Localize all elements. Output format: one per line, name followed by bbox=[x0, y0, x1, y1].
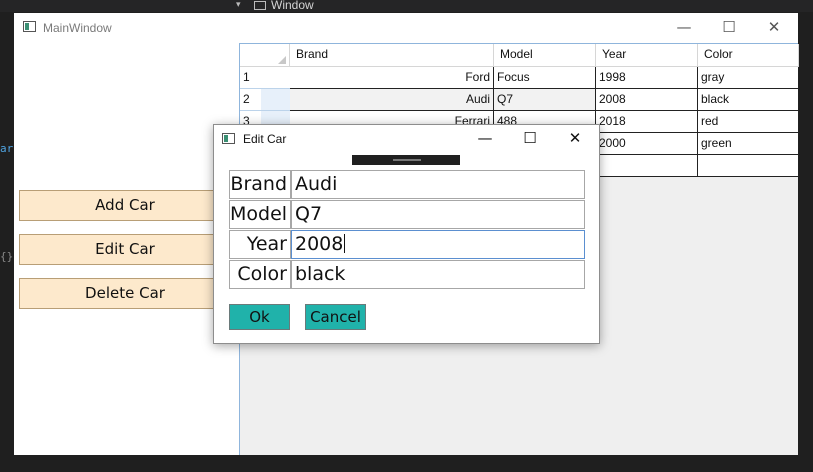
app-icon bbox=[222, 133, 235, 144]
color-label: Color bbox=[229, 260, 291, 289]
window-title: MainWindow bbox=[43, 21, 112, 35]
dialog-titlebar[interactable]: Edit Car — ☐ ✕ bbox=[214, 125, 599, 153]
cell-model[interactable]: Focus bbox=[494, 67, 596, 89]
edit-car-dialog: Edit Car — ☐ ✕ Brand Audi Model Q7 Year … bbox=[213, 124, 600, 344]
maximize-button[interactable]: ☐ bbox=[711, 13, 747, 43]
year-label: Year bbox=[229, 230, 291, 259]
cell-color[interactable]: black bbox=[698, 89, 799, 111]
cell-model[interactable]: Q7 bbox=[494, 89, 596, 111]
minimize-button[interactable]: — bbox=[666, 13, 702, 43]
ide-code-fragment: {} bbox=[0, 250, 14, 263]
column-header-model[interactable]: Model bbox=[494, 44, 596, 67]
cell-year[interactable]: 2000 bbox=[596, 133, 698, 155]
minimize-button[interactable]: — bbox=[467, 124, 503, 154]
ide-code-fragment: ar bbox=[0, 142, 14, 155]
dialog-title: Edit Car bbox=[243, 132, 287, 146]
close-button[interactable]: ✕ bbox=[756, 13, 792, 43]
model-field[interactable]: Q7 bbox=[291, 200, 585, 229]
add-car-button[interactable]: Add Car bbox=[19, 190, 231, 221]
brand-field[interactable]: Audi bbox=[291, 170, 585, 199]
ide-window-label[interactable]: Window bbox=[271, 0, 314, 12]
column-header-year[interactable]: Year bbox=[596, 44, 698, 67]
brand-label: Brand bbox=[229, 170, 291, 199]
column-header-brand[interactable]: Brand bbox=[290, 44, 494, 67]
year-value: 2008 bbox=[295, 233, 344, 255]
select-all-icon bbox=[278, 56, 286, 64]
edit-car-button[interactable]: Edit Car bbox=[19, 234, 231, 265]
grip-icon bbox=[393, 159, 421, 161]
column-header-color[interactable]: Color bbox=[698, 44, 799, 67]
cell-color[interactable]: red bbox=[698, 111, 799, 133]
row-header[interactable] bbox=[261, 67, 290, 89]
cell-year[interactable]: 2008 bbox=[596, 89, 698, 111]
new-row-cell[interactable] bbox=[596, 155, 698, 177]
row-number[interactable]: 1 bbox=[240, 67, 261, 89]
cell-year[interactable]: 2018 bbox=[596, 111, 698, 133]
drag-handle[interactable] bbox=[352, 155, 460, 165]
ok-button[interactable]: Ok bbox=[229, 304, 290, 330]
ide-top-bar: ▾ Window bbox=[0, 0, 813, 12]
select-all-corner[interactable] bbox=[240, 44, 290, 67]
cell-brand[interactable]: Audi bbox=[290, 89, 494, 111]
app-icon bbox=[23, 21, 36, 32]
model-label: Model bbox=[229, 200, 291, 229]
new-row-cell[interactable] bbox=[698, 155, 799, 177]
color-field[interactable]: black bbox=[291, 260, 585, 289]
cell-year[interactable]: 1998 bbox=[596, 67, 698, 89]
maximize-button[interactable]: ☐ bbox=[512, 124, 548, 154]
cell-brand[interactable]: Ford bbox=[290, 67, 494, 89]
chevron-down-icon[interactable]: ▾ bbox=[236, 0, 241, 10]
year-field[interactable]: 2008 bbox=[291, 230, 585, 259]
cell-color[interactable]: green bbox=[698, 133, 799, 155]
window-icon bbox=[254, 1, 266, 10]
cell-color[interactable]: gray bbox=[698, 67, 799, 89]
close-button[interactable]: ✕ bbox=[557, 124, 593, 154]
row-header[interactable] bbox=[261, 89, 290, 111]
text-caret bbox=[344, 234, 346, 253]
delete-car-button[interactable]: Delete Car bbox=[19, 278, 231, 309]
main-titlebar[interactable]: MainWindow — ☐ ✕ bbox=[14, 13, 798, 43]
cancel-button[interactable]: Cancel bbox=[305, 304, 366, 330]
row-number[interactable]: 2 bbox=[240, 89, 261, 111]
